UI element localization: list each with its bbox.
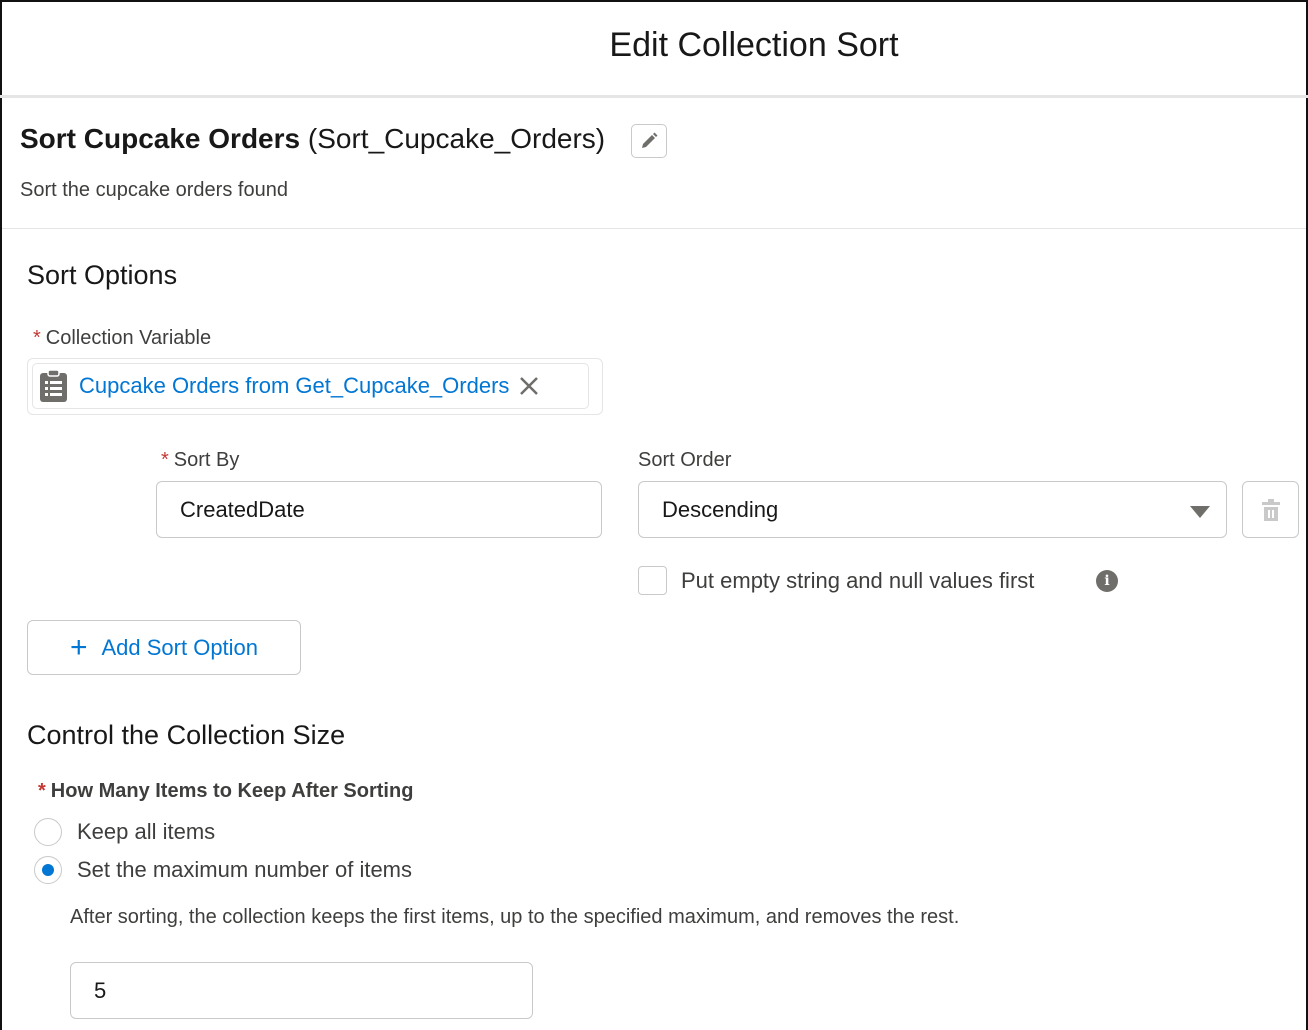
radio-keep-all-label[interactable]: Keep all items <box>77 819 215 845</box>
remove-icon[interactable] <box>519 376 539 396</box>
info-icon[interactable]: i <box>1096 570 1118 592</box>
sort-by-input[interactable]: CreatedDate <box>156 481 602 538</box>
modal-title: Edit Collection Sort <box>609 26 899 64</box>
sort-by-label: * Sort By <box>161 449 240 471</box>
element-description: Sort the cupcake orders found <box>20 179 288 201</box>
collection-size-heading: Control the Collection Size <box>27 720 346 750</box>
sort-order-label: Sort Order <box>638 449 732 471</box>
radio-keep-all[interactable] <box>34 818 62 846</box>
clipboard-icon <box>40 369 67 402</box>
element-label: Sort Cupcake Orders <box>20 123 301 154</box>
nulls-first-label: Put empty string and null values first <box>681 568 1035 593</box>
radio-set-maximum[interactable] <box>34 856 62 884</box>
nulls-first-checkbox[interactable] <box>638 566 667 595</box>
max-items-input[interactable]: 5 <box>70 962 533 1019</box>
delete-sort-option-button[interactable] <box>1242 481 1299 538</box>
collection-variable-pill[interactable]: Cupcake Orders from Get_Cupcake_Orders <box>32 363 589 409</box>
element-name: Sort Cupcake Orders (Sort_Cupcake_Orders… <box>20 123 605 155</box>
sort-options-heading: Sort Options <box>27 260 178 290</box>
pencil-icon <box>642 132 658 148</box>
trash-icon <box>1261 498 1280 521</box>
sort-order-value: Descending <box>662 496 779 522</box>
sort-order-select[interactable]: Descending <box>638 481 1227 538</box>
chevron-down-icon <box>1190 506 1210 518</box>
plus-icon: + <box>69 630 88 664</box>
edit-element-button[interactable] <box>631 124 667 158</box>
help-text: After sorting, the collection keeps the … <box>70 906 960 928</box>
add-sort-option-button[interactable]: + Add Sort Option <box>27 620 301 675</box>
divider <box>2 228 1306 229</box>
items-to-keep-label: * How Many Items to Keep After Sorting <box>38 780 414 802</box>
radio-set-maximum-label[interactable]: Set the maximum number of items <box>77 857 412 883</box>
element-api-name: (Sort_Cupcake_Orders) <box>307 123 606 154</box>
collection-variable-value[interactable]: Cupcake Orders from Get_Cupcake_Orders <box>79 373 509 399</box>
collection-variable-label: * Collection Variable <box>33 327 212 349</box>
